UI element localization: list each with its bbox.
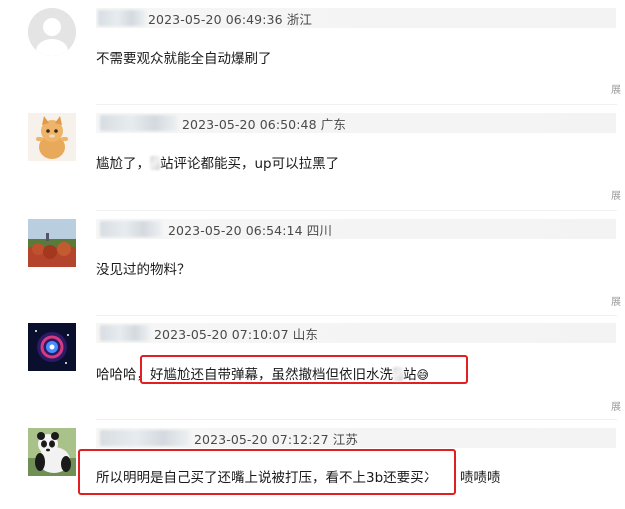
comment-text-suffix: 啧啧啧 bbox=[460, 470, 501, 486]
landscape-avatar bbox=[28, 219, 76, 267]
divider bbox=[96, 104, 617, 105]
username-redacted bbox=[98, 10, 146, 26]
avatar[interactable] bbox=[28, 219, 76, 267]
comment-meta-bar: 2023-05-20 06:50:48 广东 bbox=[96, 113, 616, 133]
galaxy-avatar bbox=[28, 323, 76, 371]
comment-timestamp-location: 2023-05-20 06:54:14 四川 bbox=[168, 223, 332, 238]
expand-icon[interactable]: 展 bbox=[611, 192, 621, 202]
highlighted-text-part: 站 bbox=[403, 367, 417, 383]
comment-timestamp-location: 2023-05-20 06:50:48 广东 bbox=[182, 117, 346, 132]
panda-avatar bbox=[28, 428, 76, 476]
expand-icon[interactable]: 展 bbox=[611, 298, 621, 308]
cat-avatar bbox=[28, 113, 76, 161]
username-redacted bbox=[100, 430, 190, 446]
comment-meta-bar: 2023-05-20 06:54:14 四川 bbox=[96, 219, 616, 239]
highlighted-text: 好尴尬还自带弹幕，虽然撤档但依旧水洗 站😅 bbox=[150, 363, 429, 383]
divider bbox=[96, 315, 617, 316]
divider bbox=[96, 210, 617, 211]
redacted-mosaic bbox=[150, 156, 160, 170]
avatar[interactable] bbox=[28, 428, 76, 476]
emoji-icon: 😅 bbox=[416, 368, 430, 382]
default-avatar-icon bbox=[28, 8, 76, 56]
comment-text-part: 尴尬了， bbox=[96, 156, 150, 172]
comment-meta-bar: 2023-05-20 07:10:07 山东 bbox=[96, 323, 616, 343]
comment-timestamp-location: 2023-05-20 07:10:07 山东 bbox=[154, 327, 318, 342]
avatar[interactable] bbox=[28, 8, 76, 56]
avatar[interactable] bbox=[28, 323, 76, 371]
username-redacted bbox=[100, 325, 150, 341]
comment-timestamp-location: 2023-05-20 07:12:27 江苏 bbox=[194, 432, 358, 447]
username-redacted bbox=[100, 115, 178, 131]
divider bbox=[96, 419, 617, 420]
comment-text: 尴尬了， 站评论都能买，up可以拉黑了 bbox=[96, 152, 339, 172]
username-redacted bbox=[100, 221, 162, 237]
comment-text: 不需要观众就能全自动爆刷了 bbox=[96, 51, 272, 67]
comment-meta-bar: 2023-05-20 07:12:27 江苏 bbox=[96, 428, 616, 448]
avatar[interactable] bbox=[28, 113, 76, 161]
expand-icon[interactable]: 展 bbox=[611, 86, 621, 96]
highlighted-text: 所以明明是自己买了还嘴上说被打压，看不上3b还要买冫 bbox=[96, 470, 438, 486]
redacted-mosaic bbox=[393, 367, 403, 381]
comment-text-part: 站评论都能买，up可以拉黑了 bbox=[160, 156, 340, 172]
highlighted-text-part: 好尴尬还自带弹幕，虽然撤档但依旧水洗 bbox=[150, 367, 393, 383]
comment-timestamp-location: 2023-05-20 06:49:36 浙江 bbox=[148, 12, 312, 27]
comment-text: 没见过的物料？ bbox=[96, 262, 191, 278]
expand-icon[interactable]: 展 bbox=[611, 403, 621, 413]
comment-meta-bar: 2023-05-20 06:49:36 浙江 bbox=[96, 8, 616, 28]
